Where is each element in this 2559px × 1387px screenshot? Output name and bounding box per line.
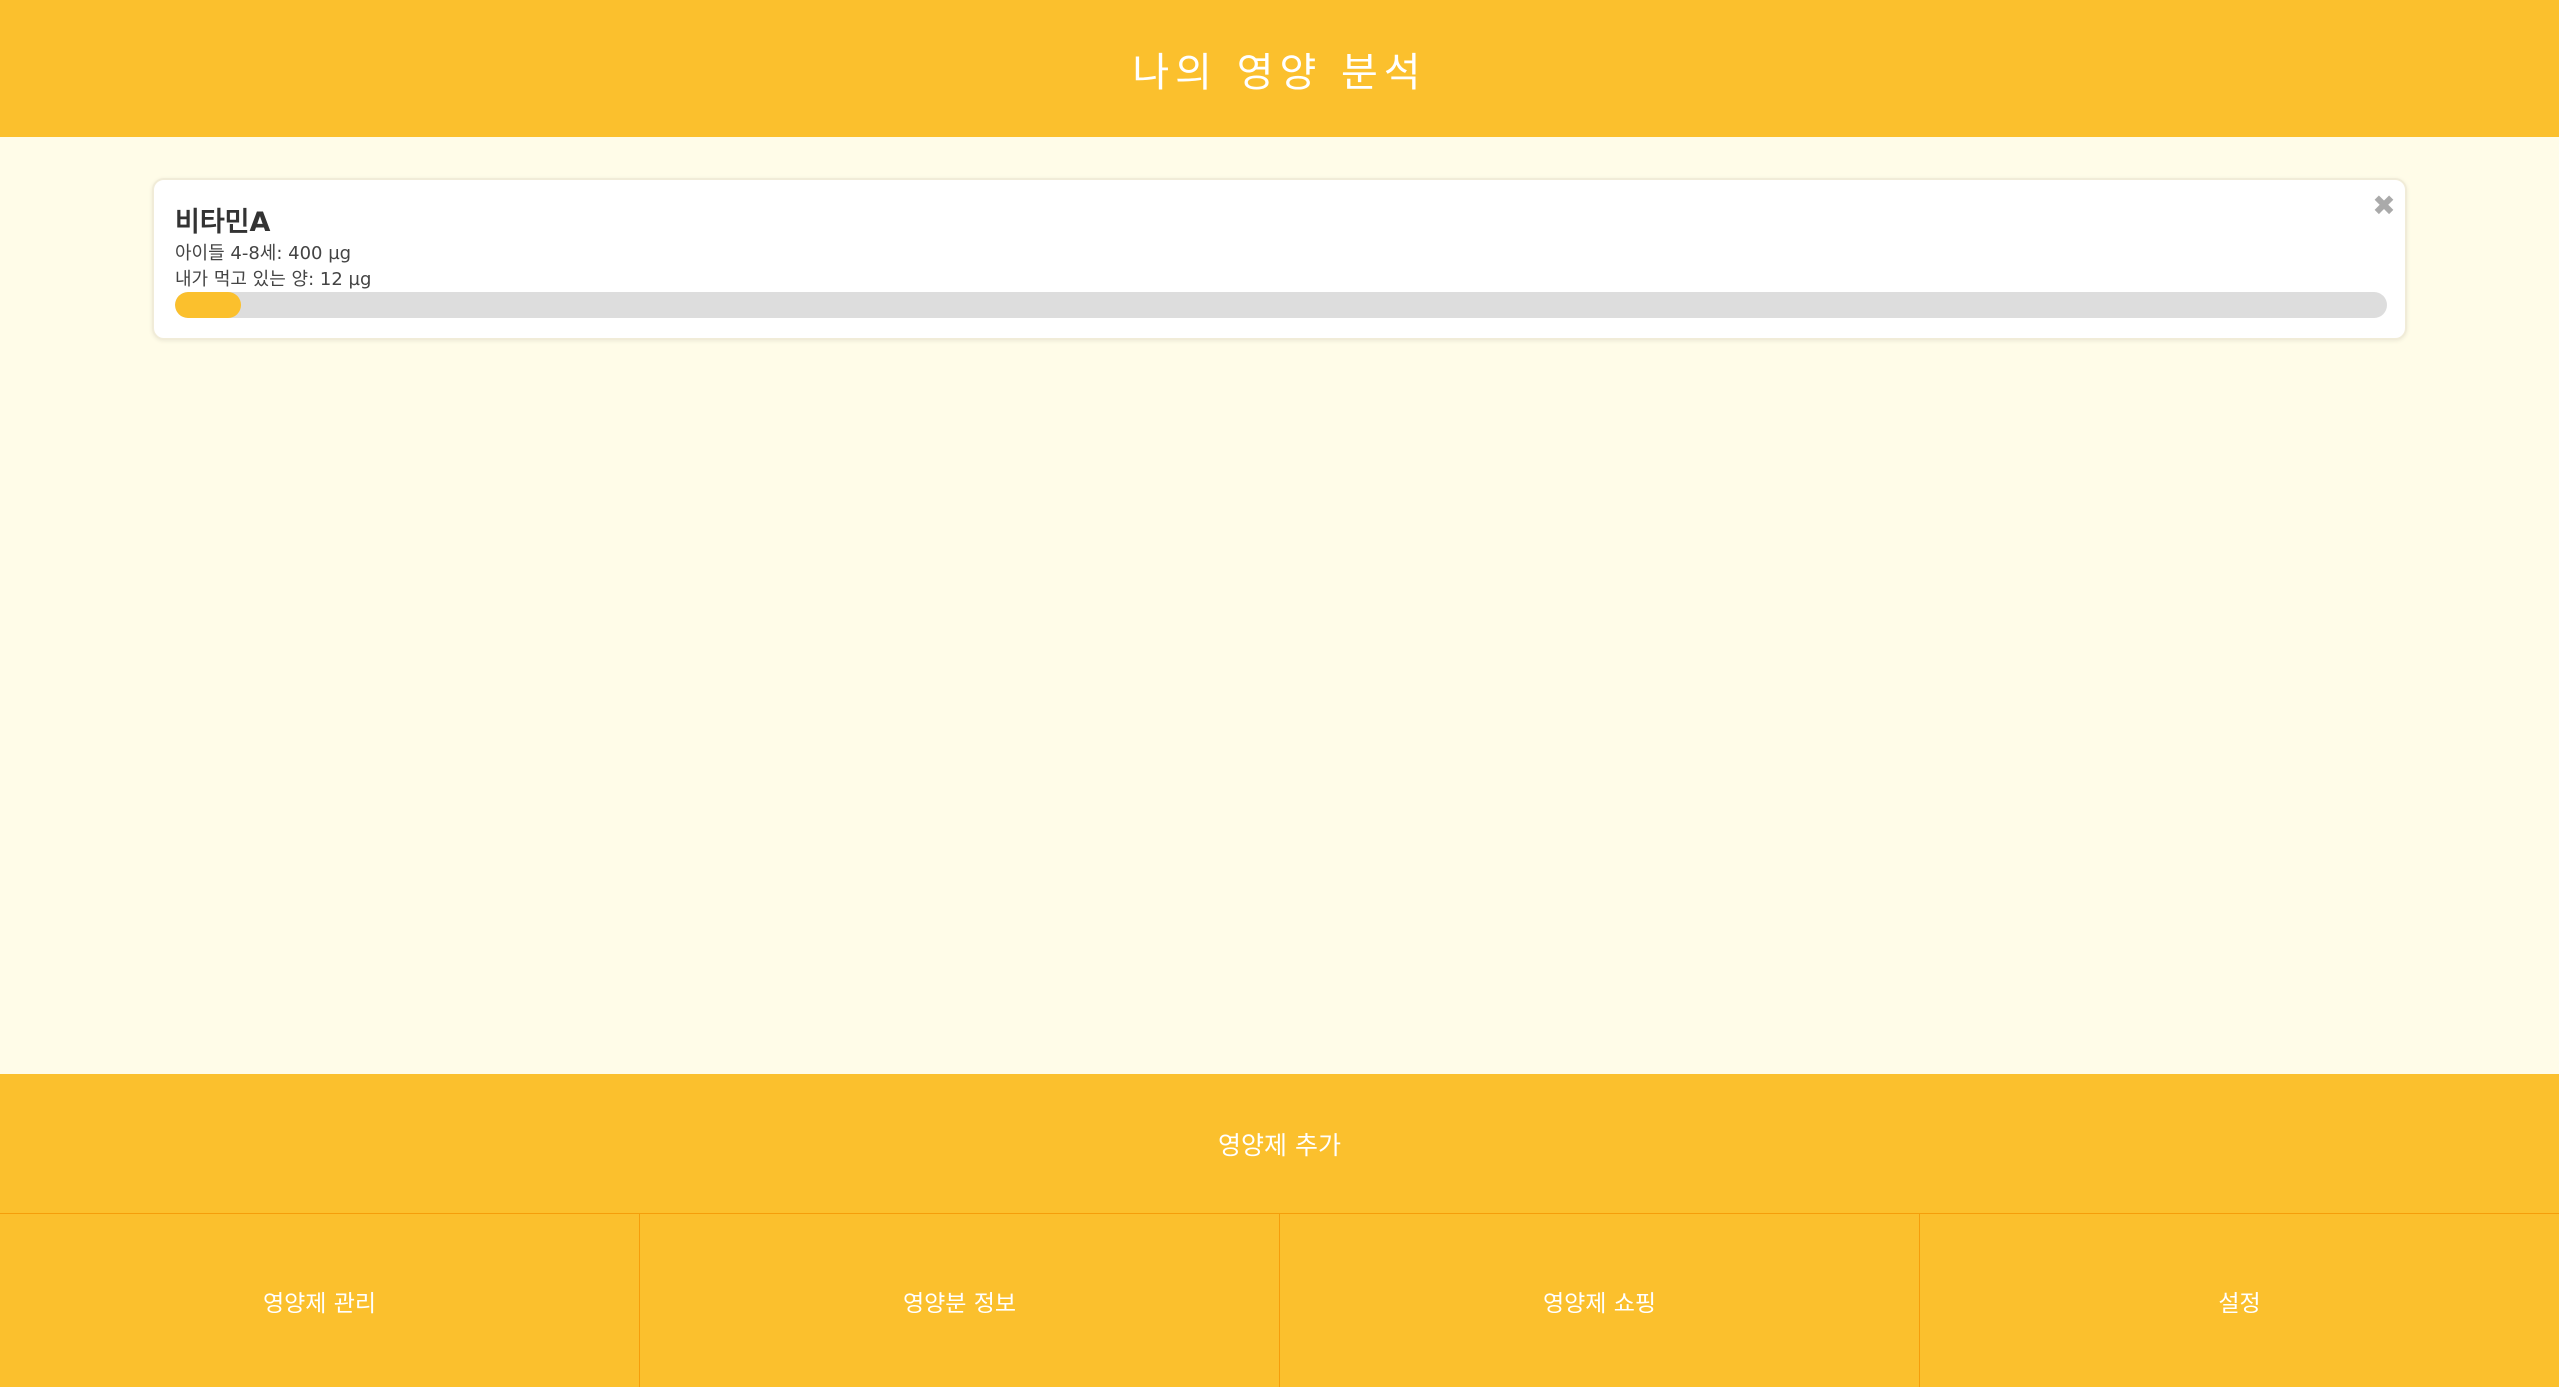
nutrient-card: 비타민A 아이들 4-8세: 400 µg 내가 먹고 있는 양: 12 µg … bbox=[152, 178, 2407, 340]
app-header: 나의 영양 분석 bbox=[0, 0, 2559, 137]
add-supplement-button[interactable]: 영양제 추가 bbox=[0, 1074, 2559, 1214]
intake-progress-fill bbox=[175, 292, 242, 318]
main-content: 비타민A 아이들 4-8세: 400 µg 내가 먹고 있는 양: 12 µg … bbox=[0, 137, 2559, 1074]
add-supplement-label: 영양제 추가 bbox=[1218, 1130, 1341, 1160]
tab-supplement-shopping[interactable]: 영양제 쇼핑 bbox=[1280, 1214, 1920, 1387]
nutrient-name: 비타민A bbox=[175, 207, 271, 238]
nutrient-intake: 내가 먹고 있는 양: 12 µg bbox=[175, 269, 372, 290]
tab-supplement-management[interactable]: 영양제 관리 bbox=[0, 1214, 640, 1387]
page-title: 나의 영양 분석 bbox=[1132, 49, 1427, 96]
tab-settings[interactable]: 설정 bbox=[1920, 1214, 2559, 1387]
bottom-tab-bar: 영양제 관리 영양분 정보 영양제 쇼핑 설정 bbox=[0, 1214, 2559, 1387]
intake-progress-bar bbox=[175, 292, 2387, 318]
nutrient-recommended: 아이들 4-8세: 400 µg bbox=[175, 243, 352, 264]
tab-nutrient-info[interactable]: 영양분 정보 bbox=[640, 1214, 1280, 1387]
close-icon[interactable]: ✖ bbox=[2369, 189, 2399, 222]
